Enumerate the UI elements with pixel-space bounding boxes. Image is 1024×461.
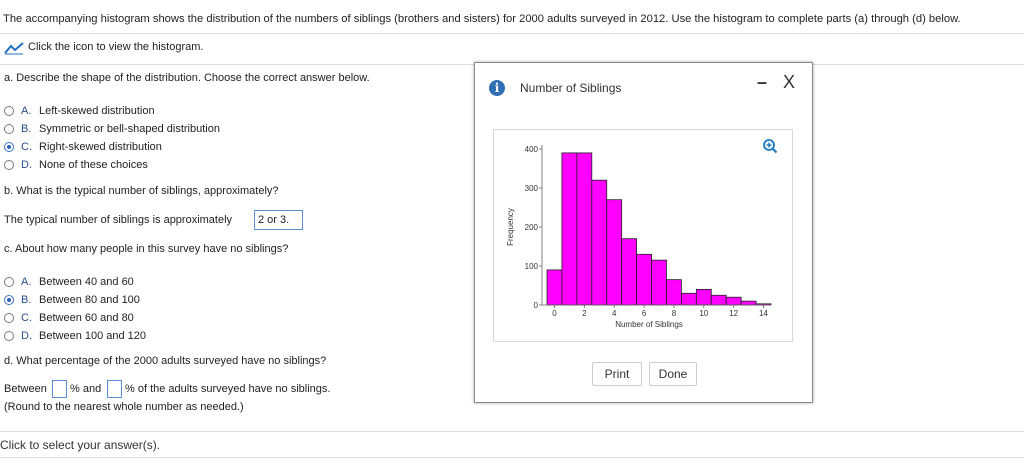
- option-text[interactable]: None of these choices: [39, 159, 148, 171]
- x-axis-label: Number of Siblings: [615, 320, 683, 329]
- part-d-tail: % of the adults surveyed have no sibling…: [125, 383, 331, 395]
- part-b-prompt: b. What is the typical number of sibling…: [4, 185, 279, 197]
- part-d-lower-input[interactable]: [52, 380, 67, 398]
- histogram-bar: [740, 300, 757, 306]
- histogram-bar: [576, 152, 593, 306]
- radio-a[interactable]: [4, 106, 14, 116]
- y-tick-label: 100: [525, 262, 539, 271]
- histogram-bar: [651, 259, 667, 306]
- option-text[interactable]: Between 40 and 60: [39, 276, 134, 288]
- option-text[interactable]: Left-skewed distribution: [39, 105, 155, 117]
- histogram-bar: [591, 179, 608, 306]
- option-text[interactable]: Between 60 and 80: [39, 312, 134, 324]
- option-letter: B.: [21, 294, 32, 306]
- x-tick-label: 8: [672, 309, 677, 318]
- histogram-bar: [710, 294, 727, 306]
- part-d-between: Between: [4, 383, 47, 395]
- option-letter: D.: [21, 330, 32, 342]
- radio-a[interactable]: [4, 277, 14, 287]
- chart-icon[interactable]: [4, 41, 24, 55]
- option-text[interactable]: Right-skewed distribution: [39, 141, 162, 153]
- histogram-bar: [636, 253, 652, 306]
- option-text[interactable]: Between 80 and 100: [39, 294, 140, 306]
- histogram-bar: [695, 288, 712, 306]
- part-b-answer-prefix: The typical number of siblings is approx…: [4, 214, 233, 226]
- radio-d[interactable]: [4, 331, 14, 341]
- done-button[interactable]: Done: [649, 362, 697, 386]
- radio-c[interactable]: [4, 313, 14, 323]
- divider: [0, 64, 474, 65]
- part-d-upper-input[interactable]: [107, 380, 122, 398]
- histogram-bar: [546, 269, 563, 306]
- part-d-prompt: d. What percentage of the 2000 adults su…: [4, 355, 327, 367]
- option-letter: B.: [21, 123, 32, 135]
- radio-c[interactable]: [4, 142, 14, 152]
- histogram-bar: [606, 199, 623, 306]
- part-d-and: % and: [70, 383, 102, 395]
- y-tick-label: 0: [534, 301, 539, 310]
- radio-b[interactable]: [4, 295, 14, 305]
- x-tick-label: 14: [759, 309, 768, 318]
- y-axis-label: Frequency: [506, 208, 515, 246]
- histogram-bar: [666, 279, 682, 306]
- divider: [0, 33, 1024, 34]
- histogram-bar: [561, 152, 578, 306]
- part-b-answer-box[interactable]: 2 or 3.: [254, 210, 303, 230]
- part-a-prompt: a. Describe the shape of the distributio…: [4, 72, 370, 84]
- histogram-bar: [725, 296, 742, 306]
- option-letter: D.: [21, 159, 32, 171]
- divider: [0, 431, 1024, 432]
- dialog-title: Number of Siblings: [520, 81, 622, 95]
- close-button[interactable]: X: [783, 72, 795, 93]
- option-letter: A.: [21, 276, 32, 288]
- print-button[interactable]: Print: [592, 362, 642, 386]
- histogram-link-text[interactable]: Click the icon to view the histogram.: [28, 41, 203, 53]
- histogram-bar: [680, 292, 697, 306]
- histogram-chart: 0 100 200 300 400 0 2 4 6 8 10 12 14 Number of Siblin…: [506, 145, 772, 329]
- histogram-bar: [621, 238, 638, 306]
- x-tick-label: 4: [612, 309, 617, 318]
- part-c-prompt: c. About how many people in this survey …: [4, 243, 289, 255]
- y-tick-label: 400: [525, 145, 539, 154]
- divider: [0, 457, 1024, 458]
- radio-d[interactable]: [4, 160, 14, 170]
- option-text[interactable]: Between 100 and 120: [39, 330, 146, 342]
- part-d-round-note: (Round to the nearest whole number as ne…: [4, 401, 244, 413]
- divider: [813, 64, 1024, 65]
- radio-b[interactable]: [4, 124, 14, 134]
- x-tick-label: 0: [552, 309, 557, 318]
- histogram-link[interactable]: Click the icon to view the histogram.: [4, 40, 234, 56]
- status-text: Click to select your answer(s).: [0, 438, 161, 452]
- y-tick-label: 300: [525, 184, 539, 193]
- minimize-button[interactable]: –: [757, 72, 767, 93]
- x-tick-label: 10: [699, 309, 708, 318]
- option-text[interactable]: Symmetric or bell-shaped distribution: [39, 123, 220, 135]
- x-tick-label: 2: [582, 309, 587, 318]
- y-tick-label: 200: [525, 223, 539, 232]
- option-letter: C.: [21, 141, 32, 153]
- option-letter: A.: [21, 105, 32, 117]
- x-tick-label: 6: [642, 309, 647, 318]
- x-tick-label: 12: [729, 309, 738, 318]
- info-icon: i: [489, 80, 505, 96]
- question-text: The accompanying histogram shows the dis…: [3, 13, 961, 25]
- option-letter: C.: [21, 312, 32, 324]
- histogram-dialog: i Number of Siblings – X 0 100 200 300 400 0 2…: [474, 62, 813, 403]
